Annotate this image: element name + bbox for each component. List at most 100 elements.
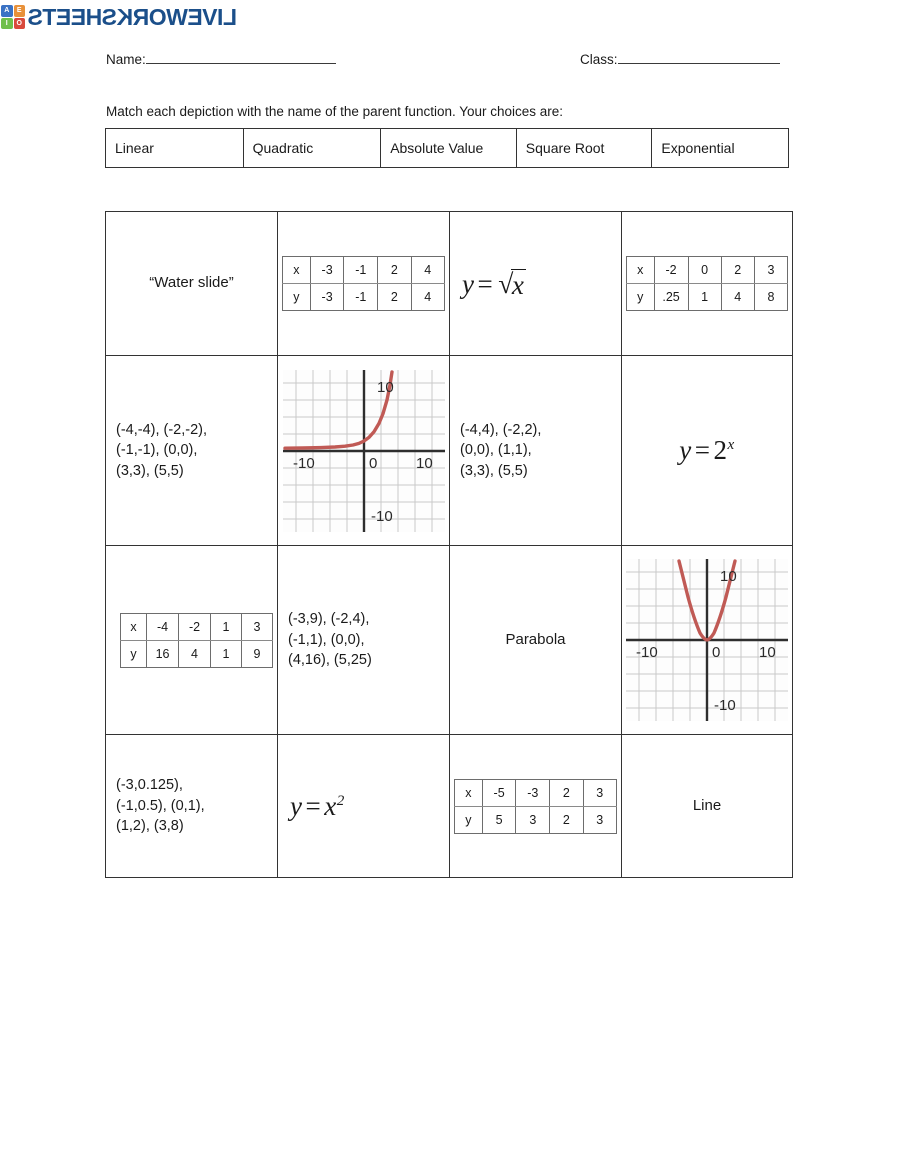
coords-list-r2c3: (-4,4), (-2,2), (0,0), (1,1), (3,3), (5,… <box>460 421 542 479</box>
logo-square-a: A <box>1 5 13 17</box>
grid-cell-r2c1[interactable]: (-4,-4), (-2,-2), (-1,-1), (0,0), (3,3),… <box>106 356 278 546</box>
table-row-x: x -4 -2 1 3 <box>120 612 274 641</box>
name-input-rule[interactable] <box>145 50 336 64</box>
xy-table-wrap-r1c4: x -2 0 2 3 y .25 1 4 8 <box>626 256 789 311</box>
y-label: y <box>282 283 311 311</box>
xy-table-r4c3: x -5 -3 2 3 y 5 3 2 3 <box>454 778 618 834</box>
math-sqrt-x: y = √x <box>462 267 527 300</box>
xy-table-r3c1: x -4 -2 1 3 y 16 4 1 9 <box>120 612 274 668</box>
y-value: 2 <box>377 283 412 311</box>
grid-cell-r1c1[interactable]: “Water slide” <box>106 212 278 356</box>
choice-quadratic[interactable]: Quadratic <box>244 129 382 167</box>
x-value: 2 <box>720 256 755 284</box>
table-row-y: y -3 -1 2 4 <box>282 283 446 311</box>
graph-exponential: 10 -10 0 10 -10 <box>282 369 445 532</box>
y-label: y <box>120 639 147 668</box>
choice-square-root[interactable]: Square Root <box>517 129 653 167</box>
axis-label-origin: 0 <box>712 644 720 661</box>
x-value: 3 <box>753 256 789 284</box>
xy-table-wrap-r3c1: x -4 -2 1 3 y 16 4 1 9 <box>110 612 274 668</box>
math-x-squared: y = x2 <box>290 790 345 821</box>
axis-label-bottom: -10 <box>714 697 736 714</box>
grid-cell-r1c4[interactable]: x -2 0 2 3 y .25 1 4 8 <box>622 212 792 356</box>
x-value: -3 <box>309 256 345 284</box>
y-value: .25 <box>653 283 689 311</box>
axis-label-top: 10 <box>720 568 737 585</box>
x-value: 3 <box>240 612 274 641</box>
grid-cell-r3c4[interactable]: 10 -10 0 10 -10 <box>622 546 792 735</box>
coords-list-r2c1: (-4,-4), (-2,-2), (-1,-1), (0,0), (3,3),… <box>116 421 208 479</box>
coords-list-r4c1: (-3,0.125), (-1,0.5), (0,1), (1,2), (3,8… <box>116 777 205 835</box>
instruction-text: Match each depiction with the name of th… <box>106 104 564 119</box>
table-row-y: y 5 3 2 3 <box>454 805 618 834</box>
x-value: 1 <box>209 612 242 641</box>
x-value: 3 <box>582 778 618 807</box>
xy-table-wrap-r1c2: x -3 -1 2 4 y -3 -1 2 4 <box>282 256 446 311</box>
y-value: -3 <box>309 283 345 311</box>
y-value: 8 <box>753 283 789 311</box>
table-row-y: y 16 4 1 9 <box>120 639 274 668</box>
grid-cell-r2c4[interactable]: y = 2x <box>622 356 792 546</box>
y-value: 3 <box>582 805 618 834</box>
grid-cell-r4c3[interactable]: x -5 -3 2 3 y 5 3 2 3 <box>450 735 622 877</box>
choices-table: Linear Quadratic Absolute Value Square R… <box>105 128 789 168</box>
x-label: x <box>626 256 655 284</box>
grid-cell-r4c4[interactable]: Line <box>622 735 792 877</box>
grid-cell-r1c2[interactable]: x -3 -1 2 4 y -3 -1 2 4 <box>278 212 450 356</box>
axis-label-right: 10 <box>759 644 776 661</box>
x-label: x <box>282 256 311 284</box>
y-value: 4 <box>178 639 211 668</box>
logo-square-e: E <box>13 5 25 17</box>
graph-exponential-svg: 10 -10 0 10 -10 <box>282 369 445 532</box>
y-label: y <box>626 283 655 311</box>
axis-label-right: 10 <box>416 455 433 472</box>
choice-exponential[interactable]: Exponential <box>652 129 788 167</box>
y-value: 5 <box>481 805 517 834</box>
grid-cell-r2c2[interactable]: 10 -10 0 10 -10 <box>278 356 450 546</box>
liveworksheets-logo: A E I O LIVEWORKSHEETS <box>0 2 237 32</box>
axis-label-top: 10 <box>377 379 394 396</box>
x-value: 0 <box>687 256 722 284</box>
matching-grid: “Water slide” x -3 -1 2 4 y -3 -1 2 4 y … <box>105 211 793 878</box>
name-label: Name: <box>106 52 146 67</box>
table-row-x: x -3 -1 2 4 <box>282 256 446 284</box>
grid-cell-r3c3[interactable]: Parabola <box>450 546 622 735</box>
x-value: -2 <box>178 612 211 641</box>
x-value: -4 <box>145 612 180 641</box>
class-field-group: Class: <box>580 50 780 67</box>
table-row-x: x -5 -3 2 3 <box>454 778 618 807</box>
grid-cell-r3c2[interactable]: (-3,9), (-2,4), (-1,1), (0,0), (4,16), (… <box>278 546 450 735</box>
grid-cell-r2c3[interactable]: (-4,4), (-2,2), (0,0), (1,1), (3,3), (5,… <box>450 356 622 546</box>
class-input-rule[interactable] <box>617 50 780 64</box>
cell-text-line: Line <box>692 796 722 814</box>
y-value: 1 <box>209 639 242 668</box>
cell-text-parabola: Parabola <box>505 630 566 648</box>
grid-cell-r4c1[interactable]: (-3,0.125), (-1,0.5), (0,1), (1,2), (3,8… <box>106 735 278 877</box>
logo-wordmark: LIVEWORKSHEETS <box>28 3 237 30</box>
graph-parabola: 10 -10 0 10 -10 <box>626 559 788 721</box>
table-row-x: x -2 0 2 3 <box>626 256 789 284</box>
logo-icon: A E I O <box>0 4 26 30</box>
x-value: 2 <box>377 256 412 284</box>
y-value: -1 <box>343 283 379 311</box>
y-value: 4 <box>720 283 755 311</box>
grid-cell-r1c3[interactable]: y = √x <box>450 212 622 356</box>
x-label: x <box>120 612 147 641</box>
x-value: 2 <box>549 778 584 807</box>
x-value: -3 <box>515 778 551 807</box>
choice-linear[interactable]: Linear <box>106 129 244 167</box>
logo-square-o: O <box>13 17 25 29</box>
name-field-group: Name: <box>106 50 336 67</box>
choice-absolute-value[interactable]: Absolute Value <box>381 129 517 167</box>
logo-square-i: I <box>1 17 13 29</box>
axis-label-origin: 0 <box>369 455 377 472</box>
grid-cell-r4c2[interactable]: y = x2 <box>278 735 450 877</box>
y-value: 4 <box>410 283 446 311</box>
student-info-row: Name: Class: <box>106 50 790 74</box>
coords-list-r3c2: (-3,9), (-2,4), (-1,1), (0,0), (4,16), (… <box>288 611 372 669</box>
x-label: x <box>454 778 483 807</box>
y-value: 2 <box>549 805 584 834</box>
graph-parabola-svg: 10 -10 0 10 -10 <box>626 559 788 721</box>
grid-cell-r3c1[interactable]: x -4 -2 1 3 y 16 4 1 9 <box>106 546 278 735</box>
y-value: 9 <box>240 639 274 668</box>
